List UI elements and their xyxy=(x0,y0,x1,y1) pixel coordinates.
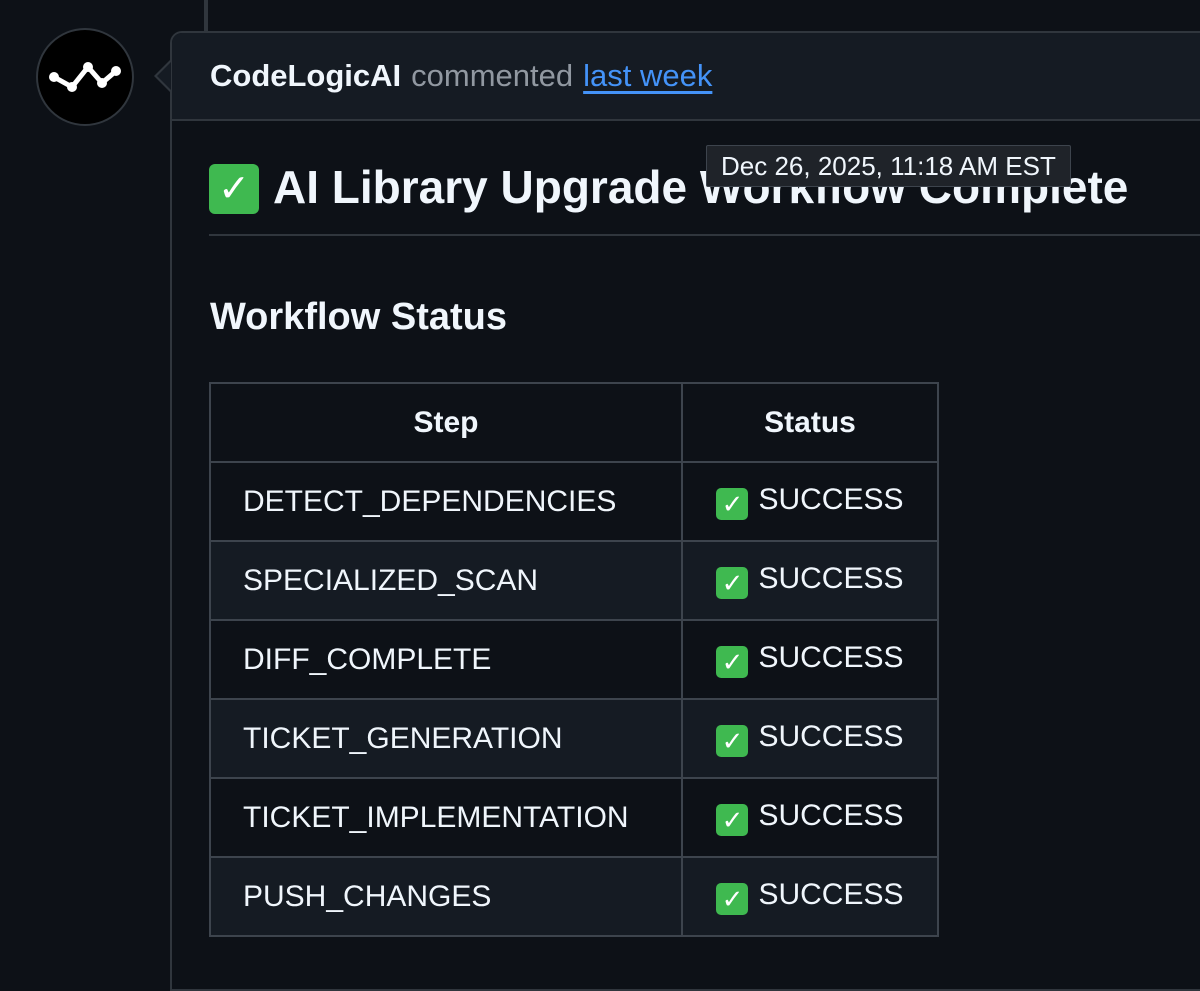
timeline-line xyxy=(204,0,208,32)
table-row: DETECT_DEPENDENCIES ✓ SUCCESS xyxy=(209,461,939,542)
table-row: SPECIALIZED_SCAN ✓ SUCCESS xyxy=(209,540,939,621)
comment-timestamp-link[interactable]: last week xyxy=(583,58,712,94)
table-row: PUSH_CHANGES ✓ SUCCESS xyxy=(209,856,939,937)
table-header-row: Step Status xyxy=(209,382,939,463)
comment-author-link[interactable]: CodeLogicAI xyxy=(210,58,401,94)
comment-action-text: commented xyxy=(411,58,574,93)
step-cell: TICKET_IMPLEMENTATION xyxy=(209,777,683,858)
comment-caret-fill xyxy=(157,62,171,90)
status-cell: ✓ SUCCESS xyxy=(681,698,939,779)
table-row: DIFF_COMPLETE ✓ SUCCESS xyxy=(209,619,939,700)
status-cell: ✓ SUCCESS xyxy=(681,461,939,542)
check-mark-icon: ✓ xyxy=(716,646,749,678)
table-row: TICKET_GENERATION ✓ SUCCESS xyxy=(209,698,939,779)
status-text: SUCCESS xyxy=(758,483,904,516)
check-mark-icon: ✓ xyxy=(716,567,749,599)
step-cell: SPECIALIZED_SCAN xyxy=(209,540,683,621)
step-cell: DIFF_COMPLETE xyxy=(209,619,683,700)
step-cell: TICKET_GENERATION xyxy=(209,698,683,779)
status-text: SUCCESS xyxy=(758,878,904,911)
check-mark-icon: ✓ xyxy=(209,164,259,214)
check-mark-icon: ✓ xyxy=(716,725,749,757)
status-text: SUCCESS xyxy=(758,720,904,753)
status-cell: ✓ SUCCESS xyxy=(681,540,939,621)
column-header-step: Step xyxy=(209,382,683,463)
status-cell: ✓ SUCCESS xyxy=(681,777,939,858)
table-row: TICKET_IMPLEMENTATION ✓ SUCCESS xyxy=(209,777,939,858)
step-cell: PUSH_CHANGES xyxy=(209,856,683,937)
check-mark-icon: ✓ xyxy=(716,488,749,520)
step-cell: DETECT_DEPENDENCIES xyxy=(209,461,683,542)
comment-header: CodeLogicAI commented last week xyxy=(172,33,1200,121)
workflow-status-table: Step Status DETECT_DEPENDENCIES ✓ SUCCESS… xyxy=(209,382,939,937)
check-mark-icon: ✓ xyxy=(716,883,749,915)
timestamp-tooltip: Dec 26, 2025, 11:18 AM EST xyxy=(706,145,1071,187)
codelogic-wave-icon xyxy=(49,62,121,92)
status-text: SUCCESS xyxy=(758,641,904,674)
avatar[interactable] xyxy=(36,28,134,126)
status-cell: ✓ SUCCESS xyxy=(681,619,939,700)
check-mark-icon: ✓ xyxy=(716,804,749,836)
status-text: SUCCESS xyxy=(758,562,904,595)
status-text: SUCCESS xyxy=(758,799,904,832)
status-cell: ✓ SUCCESS xyxy=(681,856,939,937)
column-header-status: Status xyxy=(681,382,939,463)
section-heading: Workflow Status xyxy=(210,296,507,338)
